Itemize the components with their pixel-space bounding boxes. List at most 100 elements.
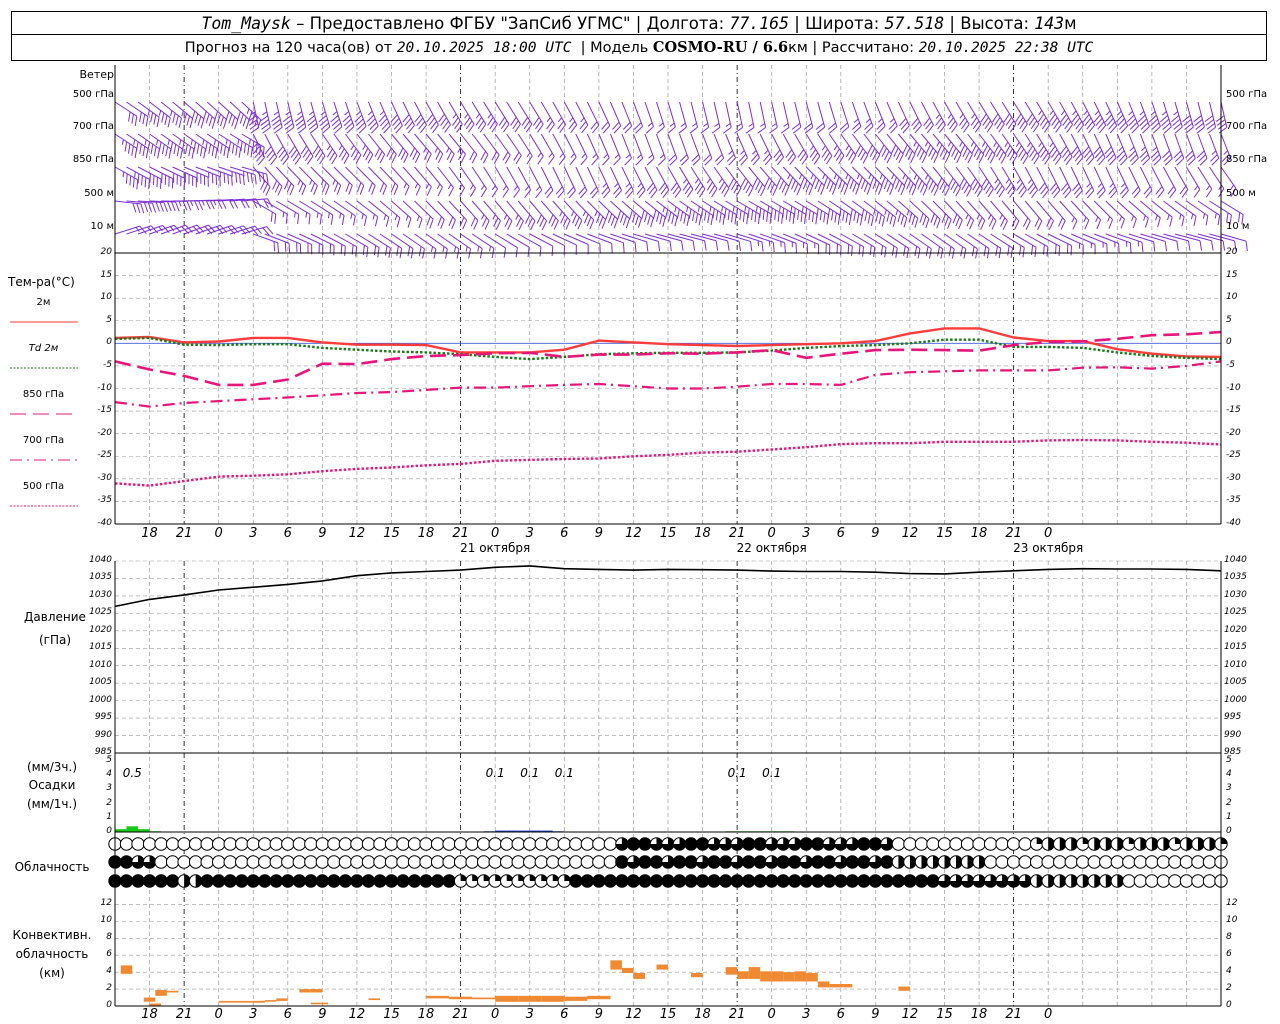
cloud-symbol bbox=[1076, 874, 1090, 888]
barb-flag bbox=[301, 185, 307, 196]
hour-tick-bottom: 12 bbox=[625, 1007, 642, 1022]
barb-flag bbox=[777, 156, 784, 166]
barb-flag bbox=[370, 125, 379, 134]
cloud-symbol bbox=[258, 855, 272, 869]
barb-flag bbox=[194, 200, 200, 211]
barb-half-flag bbox=[1129, 146, 1135, 152]
cloud-symbol bbox=[223, 874, 237, 888]
barb-flag bbox=[140, 203, 145, 214]
cloud-circle bbox=[753, 837, 767, 851]
cloud-symbol bbox=[903, 874, 917, 888]
wind-barb bbox=[294, 101, 307, 134]
barb-flag bbox=[1058, 246, 1061, 256]
barb-staff bbox=[483, 233, 506, 249]
wind-barb bbox=[471, 233, 495, 259]
cloud-circle bbox=[476, 837, 491, 851]
wind-barb bbox=[886, 166, 906, 196]
cloud-symbol bbox=[1110, 855, 1125, 869]
cloud-circle bbox=[603, 855, 618, 869]
barb-half-flag bbox=[752, 150, 757, 155]
barb-flag bbox=[716, 157, 725, 166]
wind-barb bbox=[114, 200, 145, 214]
barb-flag bbox=[395, 125, 403, 134]
cloud-circle bbox=[442, 855, 456, 869]
pressure-tick-right: 1015 bbox=[1224, 642, 1247, 653]
cloud-symbol bbox=[177, 837, 191, 851]
wind-barb bbox=[275, 133, 290, 165]
wind-barb bbox=[921, 101, 934, 134]
pressure-tick-left: 1040 bbox=[89, 555, 112, 565]
barb-flag bbox=[299, 243, 302, 254]
barb-half-flag bbox=[344, 111, 350, 116]
pressure-tick-right: 1005 bbox=[1224, 677, 1247, 688]
cloud-circle bbox=[407, 855, 422, 869]
wind-barb bbox=[183, 101, 205, 129]
cloud-circle bbox=[511, 855, 525, 869]
barb-flag bbox=[711, 188, 718, 198]
wind-level-label-left: 850 гПа bbox=[72, 154, 114, 165]
barb-flag bbox=[548, 124, 555, 133]
conv-bar bbox=[691, 973, 703, 978]
barb-flag bbox=[1060, 220, 1066, 230]
wind-barb bbox=[1024, 166, 1038, 198]
cloud-circle bbox=[430, 837, 445, 851]
barb-flag bbox=[796, 185, 802, 196]
cloud-circle bbox=[811, 874, 825, 888]
cloud-circle bbox=[407, 837, 422, 851]
wind-barb bbox=[609, 101, 622, 134]
cloud-symbol bbox=[546, 855, 560, 869]
wind-barb bbox=[310, 166, 330, 195]
barb-flag bbox=[514, 123, 521, 133]
barb-half-flag bbox=[614, 153, 620, 159]
barb-flag bbox=[735, 187, 742, 197]
barb-flag bbox=[407, 125, 415, 134]
conv-bar bbox=[426, 995, 450, 999]
cloud-symbol bbox=[142, 855, 157, 869]
barb-flag bbox=[1109, 157, 1117, 166]
cloud-circle bbox=[281, 837, 295, 851]
wind-barb bbox=[1082, 101, 1096, 134]
wind-barb bbox=[791, 101, 802, 134]
cloud-symbol bbox=[1122, 855, 1136, 869]
cloud-symbol bbox=[188, 855, 203, 869]
cloud-circle bbox=[1099, 855, 1113, 869]
barb-flag bbox=[136, 179, 139, 190]
cloud-circle bbox=[165, 837, 180, 851]
cloud-circle bbox=[638, 855, 652, 869]
cloud-circle bbox=[580, 855, 595, 869]
wind-barb bbox=[967, 200, 986, 230]
cloud-symbol bbox=[361, 874, 376, 888]
barb-staff bbox=[598, 233, 624, 244]
conv-bar bbox=[564, 996, 588, 1001]
barb-flag bbox=[1055, 124, 1062, 133]
cloud-fill bbox=[1221, 837, 1228, 844]
precip-tick-right: 1 bbox=[1226, 811, 1232, 822]
barb-flag bbox=[513, 189, 520, 198]
barb-flag bbox=[289, 185, 295, 196]
wind-barb bbox=[1093, 133, 1106, 166]
wind-barb bbox=[575, 133, 588, 166]
wind-barb bbox=[932, 101, 946, 133]
barb-half-flag bbox=[725, 123, 731, 127]
barb-flag bbox=[624, 125, 633, 134]
cloud-circle bbox=[1191, 874, 1205, 888]
barb-flag bbox=[403, 153, 409, 164]
cloud-symbol bbox=[741, 855, 756, 869]
barb-flag bbox=[480, 188, 487, 198]
cloud-symbol bbox=[707, 855, 721, 869]
barb-flag bbox=[1088, 124, 1096, 134]
cloud-circle bbox=[1156, 855, 1171, 869]
barb-flag bbox=[820, 185, 825, 195]
barb-staff bbox=[1197, 233, 1224, 242]
cloud-circle bbox=[465, 837, 479, 851]
cloud-symbol bbox=[569, 874, 583, 888]
barb-flag bbox=[624, 157, 632, 166]
wind-barb bbox=[448, 200, 468, 230]
wind-barb bbox=[1082, 200, 1102, 230]
barb-flag bbox=[656, 126, 665, 134]
barb-half-flag bbox=[1128, 110, 1133, 116]
cloud-circle bbox=[1110, 855, 1125, 869]
cloud-circle bbox=[200, 874, 214, 888]
barb-half-flag bbox=[865, 118, 871, 123]
cloud-symbol bbox=[788, 855, 802, 869]
